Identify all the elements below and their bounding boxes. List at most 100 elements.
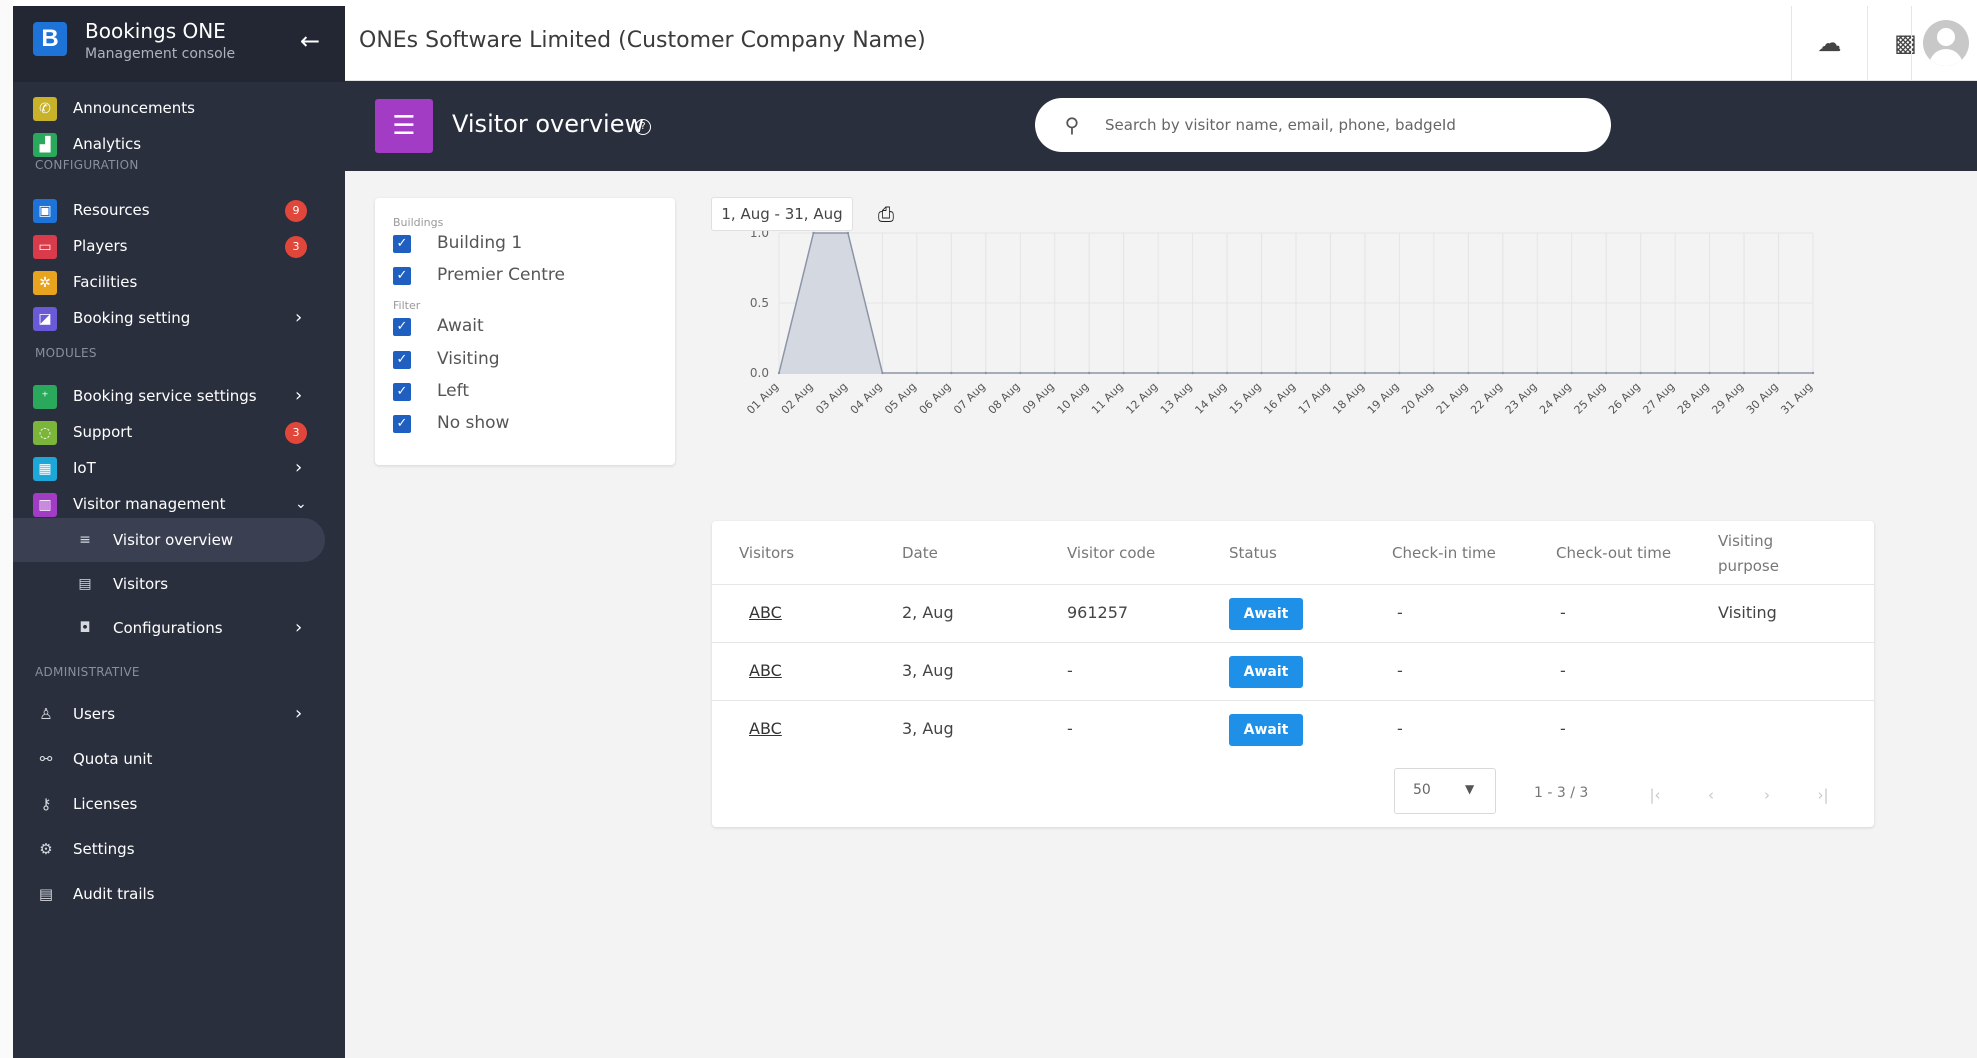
table-row[interactable]: ABC 3, Aug - Await - - [712,642,1874,700]
column-header[interactable]: Check-in time [1392,544,1496,562]
x-tick-label: 17 Aug [1296,380,1333,417]
count-badge: 3 [285,236,307,258]
x-tick-label: 07 Aug [951,380,988,417]
sidebar-item-booking-setting[interactable]: ◪ Booking setting › [13,296,345,340]
column-header[interactable]: Visitor code [1067,544,1155,562]
filter-label: No show [437,413,510,433]
column-header[interactable]: Visitors [739,544,794,562]
rows-per-page-select[interactable]: 50 ▼ [1394,768,1496,814]
x-tick-label: 10 Aug [1055,380,1092,417]
date-range-picker[interactable]: 1, Aug - 31, Aug [711,197,853,231]
sidebar-item-users[interactable]: ♙ Users › [13,692,345,736]
checkbox-checked-icon[interactable]: ✓ [393,415,411,433]
filter-label: Visiting [437,349,500,369]
main-content: Buildings ✓ Building 1 ✓ Premier Centre … [345,171,1977,1058]
search-box[interactable]: ⚲ [1035,98,1611,152]
filter-label: Building 1 [437,233,523,253]
data-point [1432,371,1436,375]
user-icon: ♙ [39,705,53,723]
calendar-icon: ◪ [33,307,57,331]
checkbox-checked-icon[interactable]: ✓ [393,235,411,253]
last-page-icon[interactable]: ›| [1808,781,1838,809]
sidebar-item-label: Facilities [73,273,138,291]
x-tick-label: 31 Aug [1778,380,1815,417]
quota-icon: ⚯ [39,750,53,768]
data-point [1570,371,1573,375]
checkbox-checked-icon[interactable]: ✓ [393,318,411,336]
visitor-icon: ▥ [33,493,57,517]
cloud-upload-icon[interactable]: ☁ [1791,6,1867,81]
section-configuration: CONFIGURATION [35,158,139,172]
table-row[interactable]: ABC 3, Aug - Await - - [712,700,1874,758]
help-icon[interactable]: ? [635,119,651,135]
data-point [1260,371,1263,375]
sidebar-item-label: Announcements [73,99,195,117]
sidebar-item-label: Analytics [73,135,142,153]
checkbox-checked-icon[interactable]: ✓ [393,267,411,285]
sidebar-subitem-visitor-overview[interactable]: ≡ Visitor overview [13,518,325,562]
data-point [1191,371,1194,375]
data-point [915,371,919,375]
sidebar-item-licenses[interactable]: ⚷ Licenses [13,782,345,826]
data-point [1398,371,1401,375]
x-tick-label: 19 Aug [1365,380,1402,417]
sidebar-item-label: Resources [73,201,150,219]
megaphone-icon: ✆ [33,97,57,121]
x-tick-label: 23 Aug [1503,380,1540,417]
column-header[interactable]: Date [902,544,938,562]
column-header[interactable]: Visiting purpose [1718,529,1808,579]
x-tick-label: 01 Aug [744,380,781,417]
next-page-icon[interactable]: › [1752,781,1782,809]
sidebar-item-label: IoT [73,459,96,477]
visitor-link[interactable]: ABC [749,603,782,622]
export-file-icon[interactable]: ⎙ [875,201,897,227]
x-tick-label: 20 Aug [1399,380,1436,417]
iot-icon: ▦ [33,457,57,481]
sidebar-item-audit-trails[interactable]: ▤ Audit trails [13,872,345,916]
sidebar-item-quota-unit[interactable]: ⚯ Quota unit [13,737,345,781]
sidebar-item-settings[interactable]: ⚙ Settings [13,827,345,871]
status-filter-row[interactable]: ✓ Await [393,315,663,339]
status-filter-row[interactable]: ✓ Visiting [393,348,663,372]
search-input[interactable] [1105,111,1585,139]
company-name: ONEs Software Limited (Customer Company … [359,28,926,53]
count-badge: 9 [285,200,307,222]
x-tick-label: 21 Aug [1434,380,1471,417]
visit-date: 2, Aug [902,603,954,622]
sidebar-subitem-visitors[interactable]: ▤ Visitors [13,562,345,606]
status-filter-row[interactable]: ✓ No show [393,412,663,436]
x-tick-label: 08 Aug [986,380,1023,417]
brand-title: Bookings ONE [85,19,226,43]
visitor-chart: 0.00.51.001 Aug02 Aug03 Aug04 Aug05 Aug0… [744,231,1815,417]
building-filter-row[interactable]: ✓ Building 1 [393,232,663,256]
checkbox-checked-icon[interactable]: ✓ [393,351,411,369]
previous-page-icon[interactable]: ‹ [1696,781,1726,809]
sidebar-item-label: Support [73,423,133,441]
visit-date: 3, Aug [902,719,954,738]
visitor-link[interactable]: ABC [749,661,782,680]
status-filter-row[interactable]: ✓ Left [393,380,663,404]
checkbox-checked-icon[interactable]: ✓ [393,383,411,401]
collapse-sidebar-arrow-icon[interactable]: ← [295,26,325,56]
first-page-icon[interactable]: |‹ [1640,781,1670,809]
data-point [1294,371,1298,375]
column-header[interactable]: Status [1229,544,1277,562]
building-filter-row[interactable]: ✓ Premier Centre [393,264,663,288]
data-point [1329,371,1332,375]
x-tick-label: 02 Aug [779,380,816,417]
x-tick-label: 25 Aug [1572,380,1609,417]
avatar[interactable] [1923,20,1969,66]
data-point [812,231,815,235]
data-point [1811,371,1815,375]
sidebar-subitem-configurations[interactable]: ◘ Configurations › [13,606,345,650]
visitor-link[interactable]: ABC [749,719,782,738]
chevron-right-icon: › [295,617,303,638]
data-point [950,371,953,375]
data-point [1605,371,1608,375]
gear-icon: ⚙ [39,840,53,858]
data-point [1156,371,1160,375]
column-header[interactable]: Check-out time [1556,544,1671,562]
table-row[interactable]: ABC 2, Aug 961257 Await - - Visiting [712,584,1874,642]
sidebar-subitem-label: Visitors [113,575,169,593]
filter-panel: Buildings ✓ Building 1 ✓ Premier Centre … [375,198,675,465]
